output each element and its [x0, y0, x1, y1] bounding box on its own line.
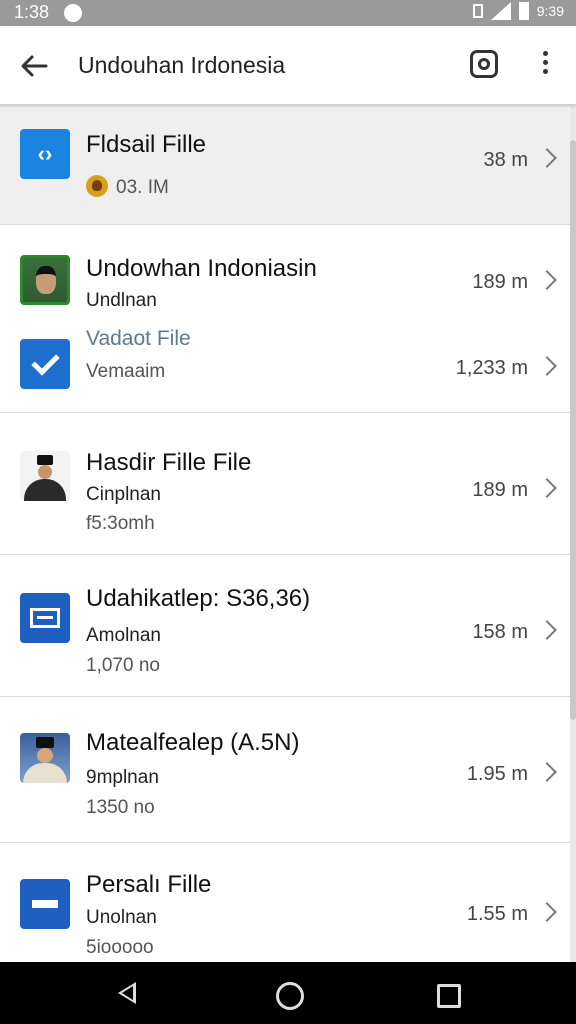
battery-icon [518, 2, 529, 20]
item-meta: 1,070 no [86, 655, 160, 676]
item-title[interactable]: Vadaot File [86, 327, 191, 351]
item-title: Fldsail Fille [86, 131, 207, 158]
item-meta: 5iooooo [86, 937, 154, 958]
chevron-right-icon [537, 148, 557, 168]
item-subtitle: Amolnan [86, 625, 161, 646]
chevron-right-icon [537, 762, 557, 782]
item-title: Udahikatlep: S36,36) [86, 585, 311, 612]
document-icon [20, 593, 70, 643]
item-size: 1,233 m [455, 357, 528, 379]
item-subtitle: 9mplnan [86, 767, 159, 788]
item-meta: 1350 no [86, 797, 155, 818]
item-title: Persalı Fille [86, 871, 212, 898]
status-bar: 1:38 9:39 [0, 0, 576, 26]
item-subtitle-text: 03. IM [116, 177, 169, 198]
navigation-bar [0, 962, 576, 1024]
nav-recents-icon[interactable] [437, 984, 461, 1008]
item-title: Hasdir Fille File [86, 449, 252, 476]
medal-icon [86, 175, 108, 197]
item-size: 189 m [472, 479, 528, 501]
back-arrow-icon[interactable] [18, 50, 50, 82]
notification-icon [64, 4, 82, 22]
item-meta: f5:3omh [86, 513, 155, 534]
vibrate-icon [472, 4, 483, 18]
list-item[interactable]: Udahikatlep: S36,36) Amolnan 1,070 no 15… [0, 554, 570, 697]
chevron-right-icon [537, 902, 557, 922]
status-time: 1:38 [14, 2, 50, 22]
item-size: 38 m [483, 149, 528, 171]
list-item[interactable]: Undowhan Indoniasin Undlnan 189 m Vadaot… [0, 224, 570, 413]
check-icon [20, 339, 70, 389]
item-title: Matealfealep (A.5N) [86, 729, 300, 756]
item-subtitle: Cinplnan [86, 484, 161, 505]
list-item[interactable]: Persalı Fille Unolnan 5iooooo 1.55 m [0, 842, 570, 963]
item-subtitle: Vemaaim [86, 361, 166, 382]
more-options-icon[interactable] [537, 51, 553, 79]
chevron-right-icon [537, 478, 557, 498]
page-title: Undouhan Irdonesia [78, 52, 286, 78]
item-subtitle: Undlnan [86, 290, 157, 311]
item-subtitle: Unolnan [86, 907, 157, 928]
item-size: 158 m [472, 621, 528, 643]
list-item[interactable]: Hasdir Fille File Cinplnan f5:3omh 189 m [0, 412, 570, 555]
item-size: 1.55 m [466, 903, 528, 925]
portrait-icon [20, 733, 70, 783]
scrollbar[interactable] [570, 140, 576, 720]
minus-doc-icon [20, 879, 70, 929]
app-bar: Undouhan Irdonesia [0, 26, 576, 105]
nav-home-icon[interactable] [276, 982, 304, 1010]
portrait-icon [20, 451, 70, 501]
list-item[interactable]: ‹› Fldsail Fille 03. IM 38 m [0, 106, 570, 225]
nav-back-icon[interactable] [118, 982, 136, 1004]
item-subtitle: 03. IM [86, 175, 169, 199]
camera-icon[interactable] [470, 50, 498, 78]
item-size: 1.95 m [466, 763, 528, 785]
status-icons: 9:39 [472, 2, 564, 20]
item-size: 189 m [472, 271, 528, 293]
item-title: Undowhan Indoniasin [86, 255, 317, 282]
chevron-right-icon [537, 356, 557, 376]
status-clock: 9:39 [536, 3, 564, 19]
photo-icon [20, 255, 70, 305]
chevron-right-icon [537, 270, 557, 290]
code-file-icon: ‹› [20, 129, 70, 179]
list-item[interactable]: Matealfealep (A.5N) 9mplnan 1350 no 1.95… [0, 696, 570, 843]
signal-icon [490, 2, 511, 20]
chevron-right-icon [537, 620, 557, 640]
